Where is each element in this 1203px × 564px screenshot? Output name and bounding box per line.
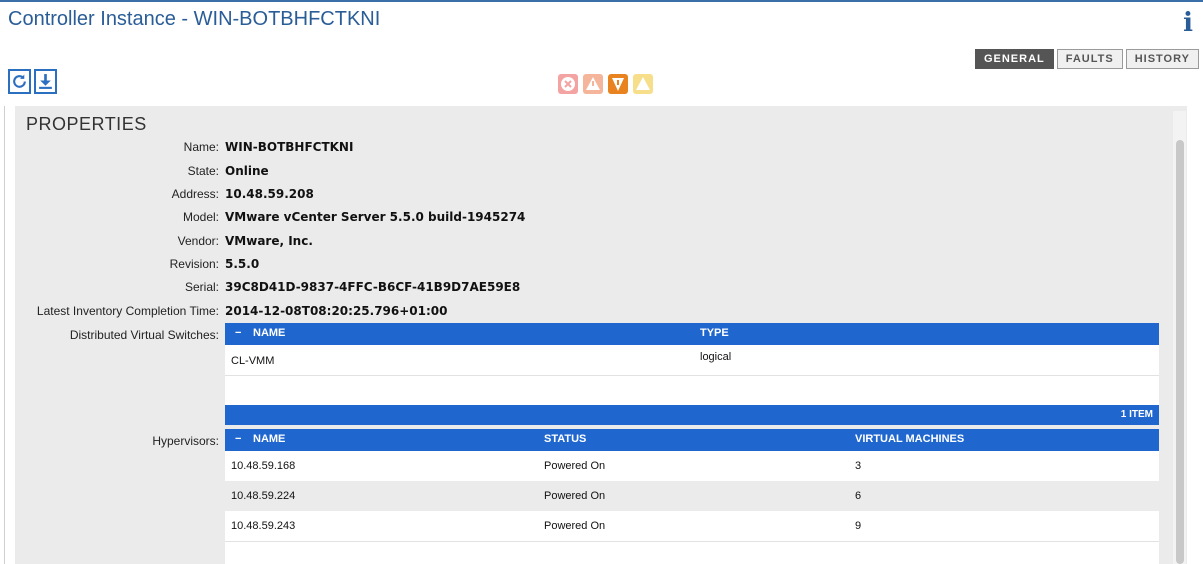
hypervisor-cell-vms: 3: [855, 460, 862, 472]
hypervisor-cell-name: 10.48.59.168: [231, 460, 296, 472]
dvs-item-count: 1 ITEM: [1120, 409, 1153, 420]
prop-label-name: Name:: [183, 140, 219, 154]
dvs-cell-name: CL-VMM: [231, 355, 275, 367]
refresh-button[interactable]: [8, 69, 31, 94]
major-fault-icon[interactable]: [581, 72, 605, 96]
table-row[interactable]: CL-VMM logical: [225, 345, 1159, 375]
dvs-empty-row: [225, 375, 1159, 405]
tab-bar: GENERAL FAULTS HISTORY: [974, 49, 1199, 69]
prop-value-revision: 5.5.0: [225, 257, 260, 271]
hypervisors-collapse-toggle[interactable]: −: [235, 433, 241, 445]
dvs-col-type[interactable]: TYPE: [700, 327, 729, 339]
prop-label-serial: Serial:: [184, 280, 219, 294]
download-button[interactable]: [34, 69, 57, 94]
hypervisors-col-name[interactable]: NAME: [253, 433, 285, 445]
page-title: Controller Instance - WIN-BOTBHFCTKNI: [8, 8, 381, 30]
scrollbar-thumb[interactable]: [1176, 140, 1184, 564]
refresh-icon: [13, 74, 26, 88]
info-icon[interactable]: i: [1183, 8, 1193, 38]
dvs-table-header: − NAME TYPE: [225, 323, 1159, 345]
dvs-collapse-toggle[interactable]: −: [235, 327, 241, 339]
tab-history[interactable]: HISTORY: [1125, 49, 1199, 69]
table-row[interactable]: 10.48.59.243 Powered On 9: [225, 511, 1159, 541]
hypervisor-cell-name: 10.48.59.224: [231, 490, 296, 502]
hypervisors-table-header: − NAME STATUS VIRTUAL MACHINES: [225, 429, 1159, 451]
prop-value-address: 10.48.59.208: [225, 187, 314, 201]
fault-summary: [556, 72, 655, 96]
hypervisor-cell-status: Powered On: [544, 460, 606, 472]
prop-value-inventory-time: 2014-12-08T08:20:25.796+01:00: [225, 304, 448, 318]
hypervisor-cell-name: 10.48.59.243: [231, 520, 296, 532]
prop-value-vendor: VMware, Inc.: [225, 234, 313, 248]
prop-value-model: VMware vCenter Server 5.5.0 build-194527…: [225, 210, 526, 224]
hypervisor-cell-vms: 6: [855, 490, 862, 502]
prop-label-model: Model:: [182, 210, 219, 224]
prop-label-inventory-time: Latest Inventory Completion Time:: [36, 304, 219, 318]
hypervisors-label: Hypervisors:: [152, 434, 219, 448]
warning-fault-icon[interactable]: [631, 72, 655, 96]
dvs-col-name[interactable]: NAME: [253, 327, 285, 339]
prop-label-state: State:: [187, 164, 219, 178]
prop-value-state: Online: [225, 164, 269, 178]
controller-instance-window: Controller Instance - WIN-BOTBHFCTKNI i …: [0, 0, 1203, 564]
prop-label-address: Address:: [171, 187, 219, 201]
dvs-table-footer: 1 ITEM: [225, 405, 1159, 425]
prop-value-name: WIN-BOTBHFCTKNI: [225, 140, 354, 154]
top-border: [0, 0, 1203, 2]
dvs-label: Distributed Virtual Switches:: [69, 328, 219, 342]
download-icon: [39, 74, 52, 89]
hypervisors-table: − NAME STATUS VIRTUAL MACHINES 10.48.59.…: [225, 429, 1159, 564]
prop-label-vendor: Vendor:: [177, 234, 219, 248]
hypervisors-empty-row: [225, 541, 1159, 563]
critical-fault-icon[interactable]: [556, 72, 580, 96]
hypervisors-col-vms[interactable]: VIRTUAL MACHINES: [855, 433, 964, 445]
prop-label-revision: Revision:: [169, 257, 219, 271]
minor-fault-icon[interactable]: [606, 72, 630, 96]
hypervisor-cell-status: Powered On: [544, 520, 606, 532]
hypervisor-cell-vms: 9: [855, 520, 862, 532]
hypervisors-col-status[interactable]: STATUS: [544, 433, 586, 445]
dvs-cell-type: logical: [700, 351, 732, 363]
panel-border: [4, 106, 5, 564]
prop-value-serial: 39C8D41D-9837-4FFC-B6CF-41B9D7AE59E8: [225, 280, 521, 294]
toolbar: [8, 69, 57, 94]
tab-faults[interactable]: FAULTS: [1056, 49, 1123, 69]
properties-heading: PROPERTIES: [26, 114, 147, 134]
hypervisor-cell-status: Powered On: [544, 490, 606, 502]
tab-general[interactable]: GENERAL: [974, 49, 1054, 69]
table-row[interactable]: 10.48.59.168 Powered On 3: [225, 451, 1159, 481]
dvs-table: − NAME TYPE CL-VMM logical 1 ITEM: [225, 323, 1159, 425]
table-row[interactable]: 10.48.59.224 Powered On 6: [225, 481, 1159, 511]
